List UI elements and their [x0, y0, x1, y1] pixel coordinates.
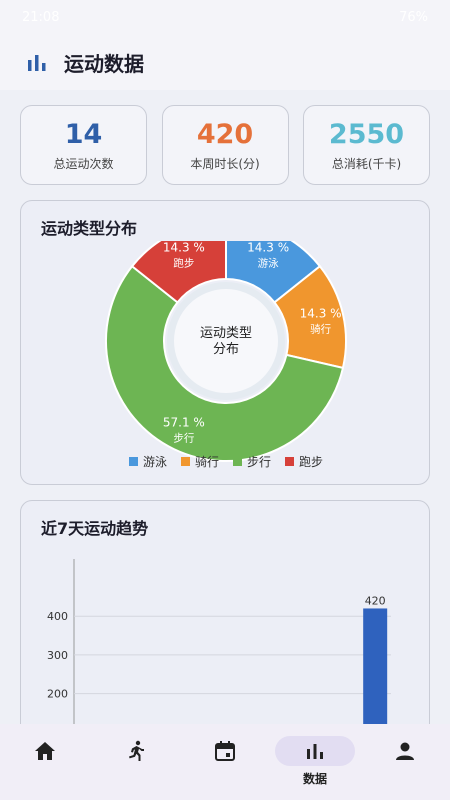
pie-slice-label: 跑步: [173, 257, 194, 270]
legend-item: 步行: [233, 453, 271, 470]
nav-exercise[interactable]: [90, 736, 180, 766]
bar-chart: 100200300400420: [47, 559, 391, 724]
main-content[interactable]: 14 总运动次数 420 本周时长(分) 2550 总消耗(千卡) 运动类型分布…: [0, 90, 450, 724]
legend-swatch: [180, 457, 190, 466]
running-icon: [129, 740, 144, 761]
stat-card-total-count: 14 总运动次数: [20, 105, 147, 185]
card-title: 近7天运动趋势: [41, 519, 149, 538]
legend-swatch: [128, 457, 138, 466]
legend-label: 骑行: [194, 455, 219, 469]
bottom-navigation: 数据: [0, 724, 450, 800]
legend-swatch: [233, 457, 242, 466]
bar-chart-icon: [28, 55, 46, 71]
stat-row: 14 总运动次数 420 本周时长(分) 2550 总消耗(千卡): [20, 105, 430, 185]
bar-chart-icon: [307, 744, 323, 759]
battery-level: 76%: [399, 9, 428, 25]
legend-item: 跑步: [285, 453, 323, 470]
bar-data-label: 420: [365, 594, 386, 607]
app-bar: 运动数据: [0, 34, 450, 90]
person-icon: [396, 742, 414, 760]
nav-data[interactable]: 数据: [270, 736, 360, 787]
pie-slice-percent: 57.1 %: [163, 415, 205, 429]
chart-bar[interactable]: [363, 608, 388, 724]
status-icons: 76%: [399, 10, 428, 25]
stat-card-weekly-duration: 420 本周时长(分): [161, 105, 289, 185]
y-tick-label: 300: [47, 649, 68, 662]
stat-card-total-calories: 2550 总消耗(千卡): [303, 105, 430, 185]
status-bar: 21:08 76%: [0, 0, 450, 34]
calendar-icon: [215, 741, 235, 761]
status-time: 21:08: [22, 9, 60, 25]
stat-value: 14: [64, 118, 103, 150]
nav-pill: [5, 736, 85, 766]
legend-label: 步行: [247, 455, 272, 469]
stat-label: 总运动次数: [53, 156, 114, 171]
nav-profile[interactable]: [360, 736, 450, 766]
pie-slice-label: 游泳: [258, 257, 279, 270]
stat-label: 本周时长(分): [190, 156, 260, 171]
card-title: 运动类型分布: [41, 219, 138, 238]
nav-pill-active: [275, 736, 355, 766]
nav-pill: [365, 736, 445, 766]
legend-label: 游泳: [142, 455, 167, 469]
stat-value: 2550: [328, 118, 405, 150]
home-icon: [35, 742, 55, 760]
y-tick-label: 200: [47, 688, 68, 701]
legend-swatch: [285, 457, 295, 466]
nav-calendar[interactable]: [180, 736, 270, 766]
stat-label: 总消耗(千卡): [331, 156, 402, 171]
nav-home[interactable]: [0, 736, 90, 766]
chart-legend: 游泳 骑行 步行 跑步: [21, 453, 429, 470]
donut-center-label: 分布: [213, 342, 239, 357]
legend-item: 游泳: [128, 453, 167, 470]
trend-card: 近7天运动趋势 100200300400420: [20, 500, 430, 724]
nav-label: 数据: [302, 772, 327, 786]
y-tick-label: 400: [47, 610, 68, 623]
pie-slice-label: 骑行: [310, 323, 331, 336]
pie-slice-percent: 14.3 %: [163, 241, 205, 255]
nav-pill: [95, 736, 175, 766]
type-distribution-card: 运动类型分布 运动类型 分布 14.3 % 游泳 14.3 % 骑行 57.1 % 步行 1…: [20, 200, 430, 485]
page-title: 运动数据: [64, 51, 144, 76]
legend-item: 骑行: [180, 453, 219, 470]
donut-center-label: 运动类型: [200, 326, 252, 341]
legend-label: 跑步: [299, 455, 324, 469]
stat-value: 420: [196, 118, 254, 150]
nav-pill: [185, 736, 265, 766]
donut-center-inner: [174, 289, 278, 393]
pie-slice-label: 步行: [173, 431, 194, 444]
pie-slice-percent: 14.3 %: [247, 241, 289, 255]
pie-slice-percent: 14.3 %: [300, 307, 342, 321]
donut-chart: 运动类型 分布 14.3 % 游泳 14.3 % 骑行 57.1 % 步行 14.3 % 跑步: [105, 241, 347, 462]
